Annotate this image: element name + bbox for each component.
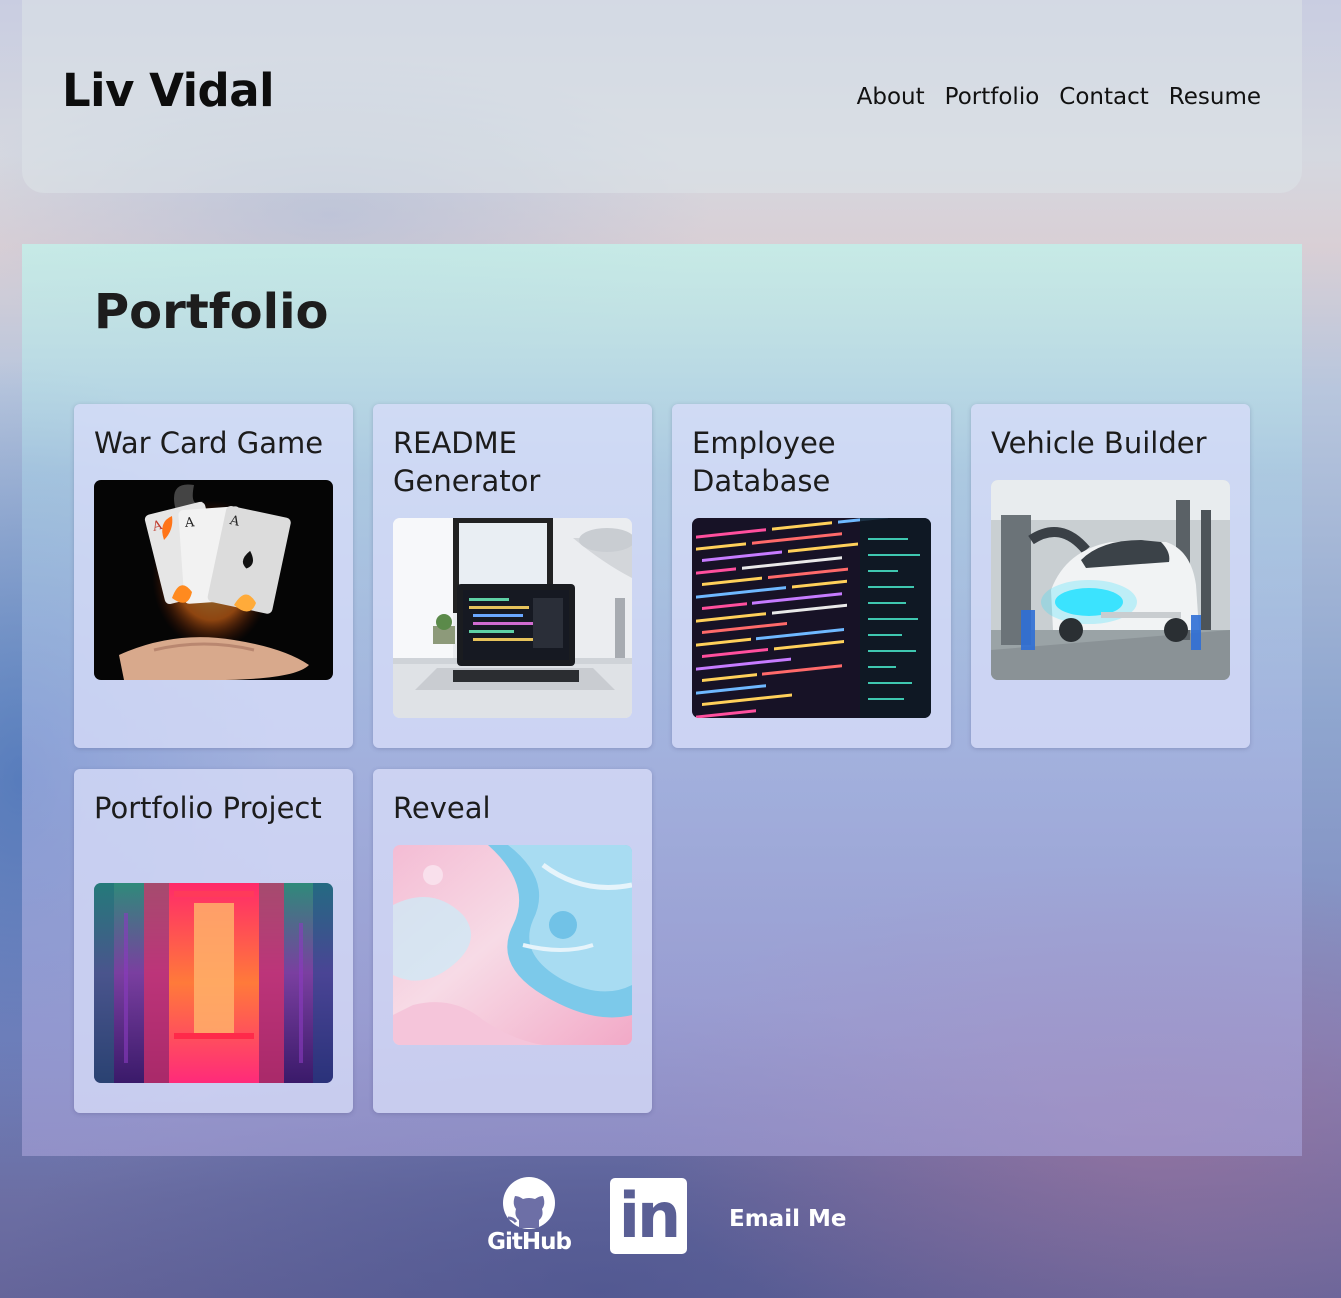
section-title: Portfolio — [94, 284, 329, 340]
project-image-code-screen[interactable] — [692, 518, 931, 718]
project-title: War Card Game — [94, 426, 324, 460]
project-title: README Generator — [393, 426, 541, 498]
project-title: Employee Database — [692, 426, 836, 498]
nav-link-portfolio[interactable]: Portfolio — [945, 84, 1040, 110]
site-header: Liv Vidal About Portfolio Contact Resume — [22, 0, 1302, 193]
nav-link-resume[interactable]: Resume — [1169, 84, 1261, 110]
main-nav: About Portfolio Contact Resume — [857, 84, 1261, 110]
project-card-portfolio-project[interactable]: Portfolio Project — [74, 769, 353, 1113]
project-card-war-card-game[interactable]: War Card Game A A A — [74, 404, 353, 748]
site-footer: GitHub in Email Me — [0, 1156, 1341, 1298]
linkedin-link[interactable]: in — [610, 1178, 687, 1254]
project-title: Portfolio Project — [94, 791, 322, 825]
portfolio-section: Portfolio War Card Game A A A README Gen… — [22, 244, 1302, 1156]
email-link[interactable]: Email Me — [729, 1206, 846, 1232]
project-card-vehicle-builder[interactable]: Vehicle Builder — [971, 404, 1250, 748]
project-title: Vehicle Builder — [991, 426, 1207, 460]
github-icon — [503, 1177, 555, 1229]
project-image-neon-corridor[interactable] — [94, 883, 333, 1083]
project-card-reveal[interactable]: Reveal — [373, 769, 652, 1113]
nav-link-contact[interactable]: Contact — [1059, 84, 1148, 110]
project-card-readme-generator[interactable]: README Generator — [373, 404, 652, 748]
project-title: Reveal — [393, 791, 491, 825]
project-image-car-assembly[interactable] — [991, 480, 1230, 680]
svg-text:A: A — [184, 515, 196, 531]
github-label: GitHub — [487, 1229, 572, 1255]
linkedin-icon: in — [618, 1179, 681, 1252]
nav-link-about[interactable]: About — [857, 84, 925, 110]
site-brand: Liv Vidal — [62, 64, 275, 117]
github-link[interactable]: GitHub — [486, 1176, 572, 1260]
project-image-pastel-fluid[interactable] — [393, 845, 632, 1045]
project-image-laptop-desk[interactable] — [393, 518, 632, 718]
project-card-employee-database[interactable]: Employee Database — [672, 404, 951, 748]
project-image-burning-cards[interactable]: A A A — [94, 480, 333, 680]
